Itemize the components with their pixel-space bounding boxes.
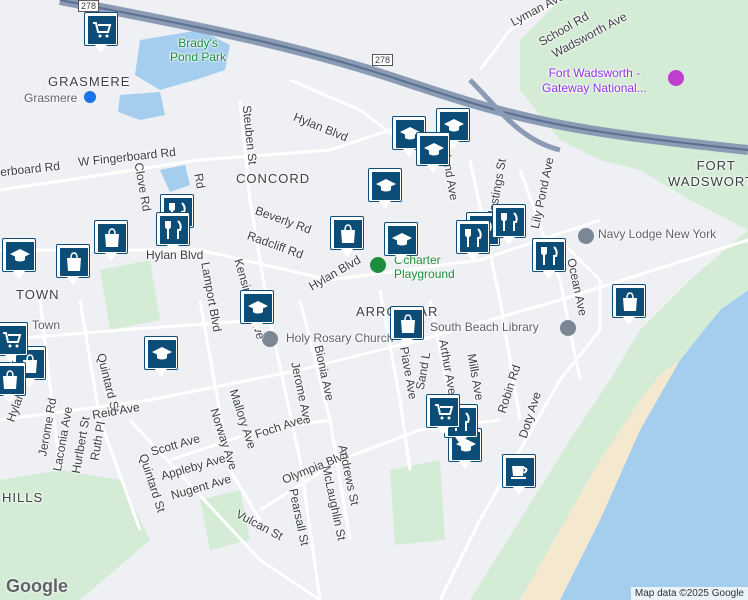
street-label-rd-small: Rd bbox=[191, 172, 208, 190]
restaurant-marker[interactable] bbox=[456, 220, 492, 262]
area-label-fort-wadsworth: FORT WADSWORTH bbox=[668, 158, 748, 189]
shopping-bag-icon bbox=[0, 366, 24, 394]
map-canvas[interactable]: 278 278 GRASMERE CONCORD FORT WADSWORTH … bbox=[0, 0, 748, 600]
grocery-marker[interactable] bbox=[84, 12, 120, 54]
shopping-marker[interactable] bbox=[612, 284, 648, 326]
graduation-cap-icon bbox=[420, 136, 448, 164]
place-label-south-beach-library[interactable]: South Beach Library bbox=[430, 320, 539, 334]
camera-pin-icon[interactable] bbox=[668, 70, 684, 86]
hotel-pin-icon[interactable] bbox=[578, 228, 594, 244]
restaurant-marker[interactable] bbox=[532, 238, 568, 280]
fork-knife-icon bbox=[536, 242, 564, 270]
pond-concord bbox=[160, 165, 190, 192]
library-pin-icon[interactable] bbox=[560, 320, 576, 336]
map-attribution[interactable]: Map data ©2025 Google bbox=[630, 587, 748, 600]
shopping-marker[interactable] bbox=[94, 220, 130, 262]
shopping-cart-icon bbox=[0, 326, 26, 354]
school-marker[interactable] bbox=[384, 222, 420, 264]
place-label-fort-wadsworth-gateway[interactable]: Fort Wadsworth - Gateway National... bbox=[542, 66, 647, 96]
place-label-bradys-pond[interactable]: Brady's Pond Park bbox=[170, 36, 226, 64]
shopping-marker[interactable] bbox=[390, 306, 426, 348]
shopping-cart-icon bbox=[430, 398, 458, 426]
shopping-marker[interactable] bbox=[0, 362, 28, 404]
grocery-marker[interactable] bbox=[0, 322, 30, 364]
park-pond bbox=[390, 460, 445, 545]
graduation-cap-icon bbox=[372, 172, 400, 200]
shopping-bag-icon bbox=[394, 310, 422, 338]
cafe-marker[interactable] bbox=[502, 454, 538, 496]
school-marker[interactable] bbox=[144, 336, 180, 378]
fork-knife-icon bbox=[460, 224, 488, 252]
small-pond bbox=[118, 92, 165, 120]
place-label-town: Town bbox=[32, 318, 61, 332]
graduation-cap-icon bbox=[6, 242, 34, 270]
restaurant-marker[interactable] bbox=[156, 212, 192, 254]
area-label-grasmere: GRASMERE bbox=[48, 74, 131, 89]
school-marker[interactable] bbox=[416, 132, 452, 174]
google-logo: Google bbox=[6, 576, 68, 596]
highway-shield-278: 278 bbox=[372, 54, 394, 66]
place-label-navy-lodge[interactable]: Navy Lodge New York bbox=[598, 227, 716, 241]
place-label-holy-rosary[interactable]: Holy Rosary Church bbox=[286, 331, 393, 345]
shopping-cart-icon bbox=[88, 16, 116, 44]
shopping-bag-icon bbox=[334, 220, 362, 248]
place-label-grasmere-station[interactable]: Grasmere bbox=[24, 91, 77, 105]
park-west bbox=[100, 260, 160, 330]
area-label-concord: CONCORD bbox=[236, 171, 311, 186]
shopping-bag-icon bbox=[60, 248, 88, 276]
restaurant-marker[interactable] bbox=[492, 204, 528, 246]
area-label-hills: HILLS bbox=[2, 490, 44, 505]
graduation-cap-icon bbox=[388, 226, 416, 254]
shopping-marker[interactable] bbox=[56, 244, 92, 286]
transit-station-icon[interactable] bbox=[84, 91, 96, 103]
school-marker[interactable] bbox=[240, 290, 276, 332]
shopping-bag-icon bbox=[616, 288, 644, 316]
graduation-cap-icon bbox=[244, 294, 272, 322]
school-marker[interactable] bbox=[368, 168, 404, 210]
shopping-marker[interactable] bbox=[330, 216, 366, 258]
coffee-cup-icon bbox=[506, 458, 534, 486]
shopping-bag-icon bbox=[98, 224, 126, 252]
highway-shield-278: 278 bbox=[78, 0, 100, 12]
fork-knife-icon bbox=[160, 216, 188, 244]
school-marker[interactable] bbox=[2, 238, 38, 280]
graduation-cap-icon bbox=[148, 340, 176, 368]
fork-knife-icon bbox=[496, 208, 524, 236]
grocery-marker[interactable] bbox=[426, 394, 462, 436]
area-label-town: TOWN bbox=[16, 287, 60, 302]
